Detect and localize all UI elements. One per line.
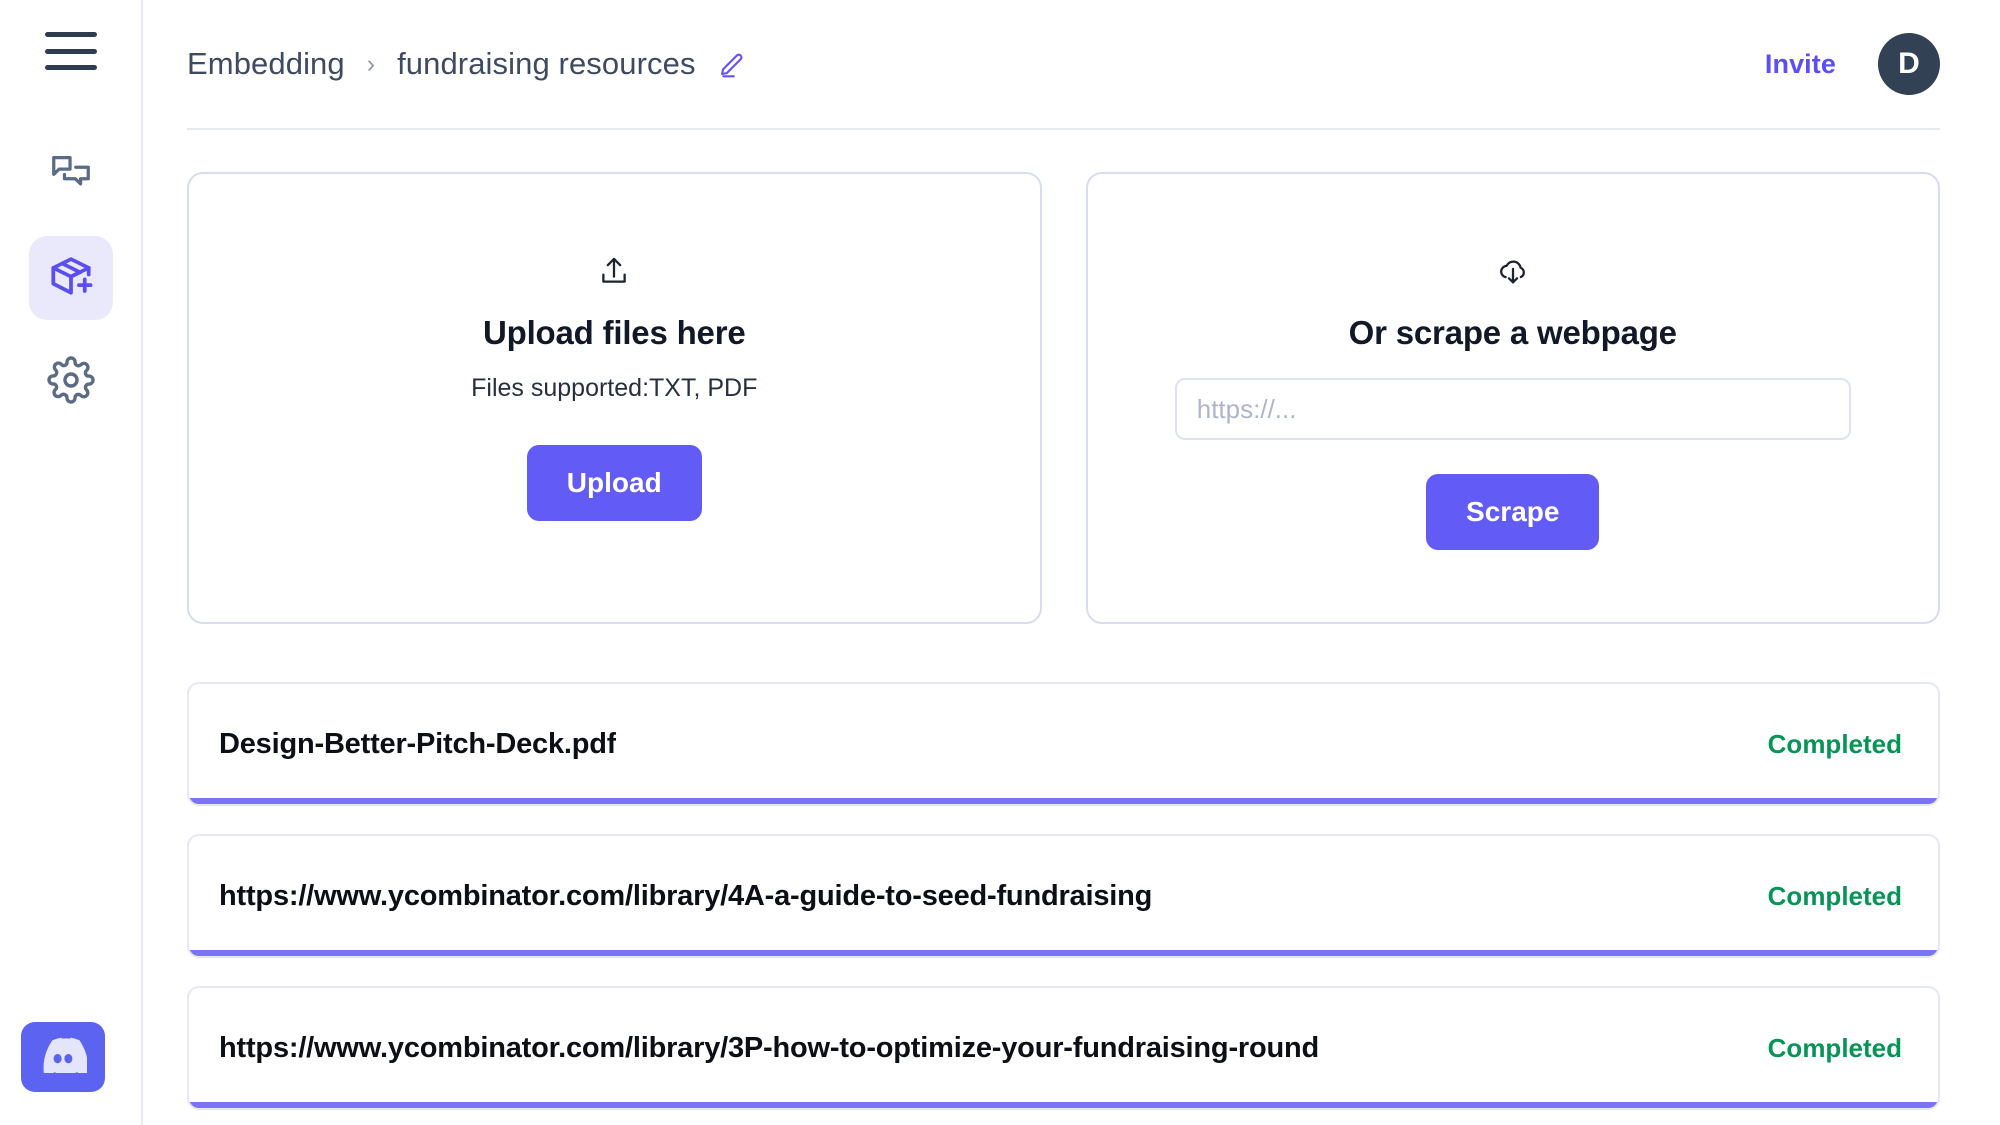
status-badge: Completed (1768, 1033, 1902, 1064)
resource-row[interactable]: Design-Better-Pitch-Deck.pdf Completed (187, 682, 1940, 806)
box-plus-icon (46, 251, 96, 306)
cloud-download-icon (1496, 246, 1530, 288)
resource-row[interactable]: https://www.ycombinator.com/library/4A-a… (187, 834, 1940, 958)
scrape-panel-title: Or scrape a webpage (1349, 314, 1677, 352)
breadcrumb-root[interactable]: Embedding (187, 46, 345, 82)
hamburger-menu-icon[interactable] (45, 32, 97, 70)
sidebar-item-settings[interactable] (29, 340, 113, 424)
sidebar (0, 0, 143, 1125)
avatar[interactable]: D (1878, 33, 1940, 95)
progress-bar (189, 1102, 1938, 1108)
progress-fill (189, 950, 1938, 956)
page-title: fundraising resources (397, 46, 695, 82)
progress-bar (189, 950, 1938, 956)
header-actions: Invite D (1765, 33, 1940, 95)
sidebar-nav (29, 132, 113, 424)
hamburger-bar (45, 65, 97, 70)
progress-fill (189, 1102, 1938, 1108)
resource-list: Design-Better-Pitch-Deck.pdf Completed h… (187, 682, 1940, 1125)
page-header: Embedding › fundraising resources Invite… (143, 0, 2000, 128)
discord-icon (39, 1037, 87, 1078)
source-cards-row: Upload files here Files supported:TXT, P… (187, 172, 1940, 624)
chat-bubbles-icon (48, 149, 94, 200)
app-root: Embedding › fundraising resources Invite… (0, 0, 2000, 1125)
content-area: Upload files here Files supported:TXT, P… (143, 130, 2000, 1125)
upload-panel-title: Upload files here (483, 314, 746, 352)
breadcrumb: Embedding › fundraising resources (187, 46, 748, 82)
scrape-panel: Or scrape a webpage Scrape (1086, 172, 1941, 624)
discord-button[interactable] (21, 1022, 105, 1092)
upload-arrow-icon (597, 246, 631, 288)
resource-name: https://www.ycombinator.com/library/4A-a… (219, 880, 1152, 913)
hamburger-bar (45, 32, 97, 37)
resource-name: https://www.ycombinator.com/library/3P-h… (219, 1032, 1319, 1065)
resource-row[interactable]: https://www.ycombinator.com/library/3P-h… (187, 986, 1940, 1110)
resource-name: Design-Better-Pitch-Deck.pdf (219, 728, 616, 761)
scrape-url-input[interactable] (1175, 378, 1851, 440)
sidebar-item-embedding[interactable] (29, 236, 113, 320)
main-content: Embedding › fundraising resources Invite… (143, 0, 2000, 1125)
upload-panel[interactable]: Upload files here Files supported:TXT, P… (187, 172, 1042, 624)
sidebar-item-chats[interactable] (29, 132, 113, 216)
pencil-icon[interactable] (718, 49, 748, 79)
status-badge: Completed (1768, 881, 1902, 912)
upload-panel-subtitle: Files supported:TXT, PDF (471, 374, 757, 403)
upload-button[interactable]: Upload (527, 445, 702, 521)
status-badge: Completed (1768, 729, 1902, 760)
scrape-button[interactable]: Scrape (1426, 474, 1599, 550)
progress-fill (189, 798, 1938, 804)
progress-bar (189, 798, 1938, 804)
invite-button[interactable]: Invite (1765, 49, 1836, 80)
hamburger-bar (45, 49, 97, 54)
gear-icon (47, 356, 95, 409)
chevron-right-icon: › (367, 50, 375, 79)
